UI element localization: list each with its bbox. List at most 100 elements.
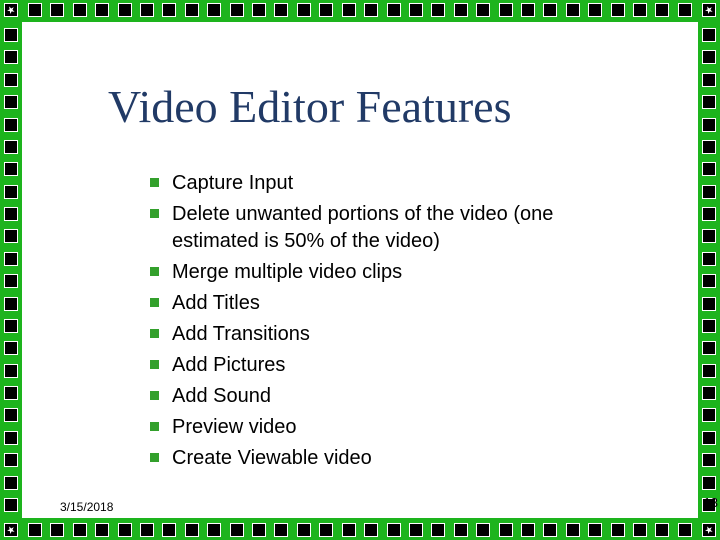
sprocket-hole-icon (4, 386, 18, 400)
sprocket-hole-icon (50, 3, 64, 17)
sprocket-hole-icon (364, 523, 378, 537)
sprocket-hole-icon (4, 476, 18, 490)
sprocket-hole-icon (342, 523, 356, 537)
sprocket-hole-icon (702, 341, 716, 355)
sprocket-hole-icon (319, 523, 333, 537)
sprocket-hole-icon (702, 229, 716, 243)
sprocket-hole-icon (387, 3, 401, 17)
corner-icon (702, 523, 716, 537)
sprocket-hole-icon (297, 523, 311, 537)
sprocket-hole-icon (4, 229, 18, 243)
sprocket-hole-icon (702, 386, 716, 400)
corner-icon (4, 3, 18, 17)
list-item: Merge multiple video clips (150, 259, 638, 286)
sprocket-hole-icon (633, 523, 647, 537)
sprocket-hole-icon (118, 3, 132, 17)
sprocket-hole-icon (4, 498, 18, 512)
list-item: Delete unwanted portions of the video (o… (150, 201, 638, 255)
sprocket-hole-icon (118, 523, 132, 537)
sprocket-hole-icon (702, 453, 716, 467)
sprocket-hole-icon (566, 3, 580, 17)
list-item: Capture Input (150, 170, 638, 197)
footer-date: 3/15/2018 (60, 500, 113, 514)
sprocket-hole-icon (702, 274, 716, 288)
sprocket-hole-icon (4, 28, 18, 42)
sprocket-hole-icon (543, 3, 557, 17)
sprocket-hole-icon (678, 3, 692, 17)
sprocket-hole-icon (521, 3, 535, 17)
sprocket-hole-icon (4, 50, 18, 64)
sprocket-hole-icon (702, 252, 716, 266)
sprocket-hole-icon (702, 319, 716, 333)
sprocket-hole-icon (633, 3, 647, 17)
bullet-text: Delete unwanted portions of the video (o… (172, 203, 553, 252)
sprocket-hole-icon (28, 3, 42, 17)
sprocket-hole-icon (409, 3, 423, 17)
sprocket-hole-icon (73, 3, 87, 17)
sprocket-hole-icon (95, 3, 109, 17)
sprocket-hole-icon (499, 523, 513, 537)
bullet-text: Merge multiple video clips (172, 261, 402, 283)
sprocket-hole-icon (185, 523, 199, 537)
list-item: Add Transitions (150, 321, 638, 348)
sprocket-hole-icon (566, 523, 580, 537)
list-item: Add Pictures (150, 352, 638, 379)
sprocket-hole-icon (454, 3, 468, 17)
sprocket-hole-icon (387, 523, 401, 537)
corner-icon (4, 523, 18, 537)
sprocket-hole-icon (588, 523, 602, 537)
sprocket-hole-icon (702, 28, 716, 42)
sprocket-hole-icon (409, 523, 423, 537)
sprocket-hole-icon (207, 523, 221, 537)
sprocket-hole-icon (4, 95, 18, 109)
list-item: Preview video (150, 414, 638, 441)
bullet-text: Add Titles (172, 292, 260, 314)
sprocket-hole-icon (319, 3, 333, 17)
sprocket-hole-icon (4, 319, 18, 333)
sprocket-hole-icon (185, 3, 199, 17)
sprocket-hole-icon (702, 408, 716, 422)
sprocket-hole-icon (499, 3, 513, 17)
sprocket-hole-icon (4, 364, 18, 378)
sprocket-hole-icon (4, 140, 18, 154)
slide-title: Video Editor Features (108, 80, 511, 133)
list-item: Add Titles (150, 290, 638, 317)
sprocket-hole-icon (162, 3, 176, 17)
sprocket-hole-icon (230, 523, 244, 537)
sprocket-hole-icon (140, 3, 154, 17)
sprocket-hole-icon (274, 523, 288, 537)
sprocket-hole-icon (4, 453, 18, 467)
sprocket-hole-icon (140, 523, 154, 537)
sprocket-hole-icon (454, 523, 468, 537)
sprocket-hole-icon (702, 73, 716, 87)
sprocket-hole-icon (702, 140, 716, 154)
sprocket-hole-icon (207, 3, 221, 17)
sprocket-hole-icon (4, 431, 18, 445)
sprocket-hole-icon (4, 118, 18, 132)
sprocket-hole-icon (702, 364, 716, 378)
sprocket-hole-icon (702, 476, 716, 490)
sprocket-hole-icon (702, 162, 716, 176)
sprocket-hole-icon (702, 185, 716, 199)
sprocket-hole-icon (431, 523, 445, 537)
bullet-text: Add Transitions (172, 323, 310, 345)
sprocket-hole-icon (73, 523, 87, 537)
sprocket-hole-icon (28, 523, 42, 537)
sprocket-hole-icon (702, 95, 716, 109)
sprocket-hole-icon (4, 408, 18, 422)
sprocket-hole-icon (4, 73, 18, 87)
sprocket-hole-icon (252, 3, 266, 17)
sprocket-hole-icon (364, 3, 378, 17)
sprocket-hole-icon (274, 3, 288, 17)
sprocket-hole-icon (297, 3, 311, 17)
sprocket-hole-icon (4, 274, 18, 288)
sprocket-hole-icon (702, 118, 716, 132)
sprocket-hole-icon (702, 297, 716, 311)
content-area: Video Editor Features Capture Input Dele… (22, 22, 698, 518)
sprocket-hole-icon (230, 3, 244, 17)
sprocket-hole-icon (702, 431, 716, 445)
bullet-text: Add Sound (172, 385, 271, 407)
sprocket-hole-icon (252, 523, 266, 537)
sprocket-hole-icon (4, 341, 18, 355)
bullet-text: Preview video (172, 416, 297, 438)
